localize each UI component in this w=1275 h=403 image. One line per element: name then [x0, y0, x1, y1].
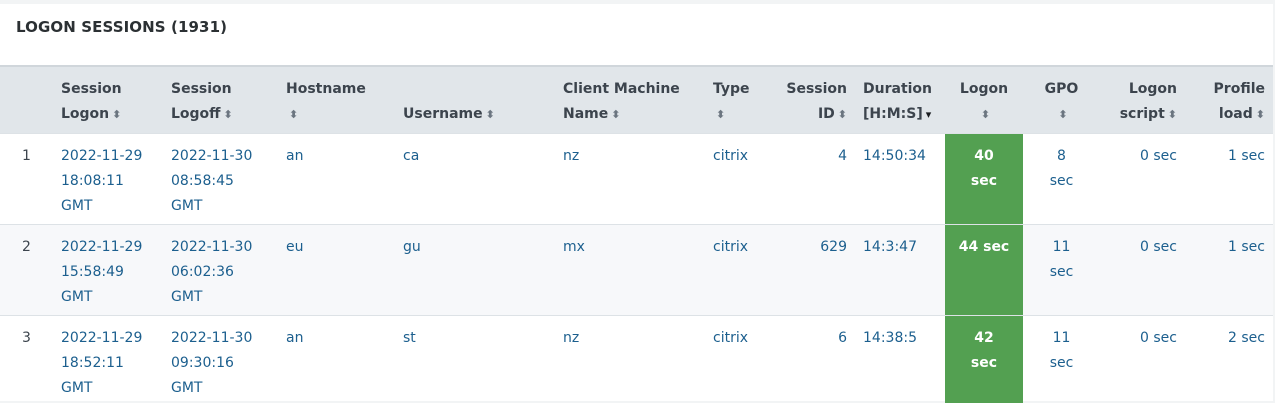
session-logon-cell[interactable]: 2022-11-29 18:08:11 GMT [53, 133, 163, 224]
hostname-cell[interactable]: an [278, 133, 395, 224]
client-machine-cell[interactable]: mx [555, 224, 705, 315]
session-logon-cell[interactable]: 2022-11-29 18:52:11 GMT [53, 315, 163, 403]
gpo-cell[interactable]: 8 sec [1023, 133, 1100, 224]
type-cell[interactable]: citrix [705, 315, 768, 403]
table-header-row: Session Logon ⬍ Session Logoff ⬍ Hostname ⬍… [0, 65, 1273, 133]
logon-script-cell[interactable]: 0 sec [1100, 315, 1185, 403]
session-id-cell[interactable]: 6 [768, 315, 855, 403]
profile-load-cell[interactable]: 1 sec [1185, 224, 1273, 315]
logon-script-cell[interactable]: 0 sec [1100, 133, 1185, 224]
sort-icon[interactable]: ⬍ [1256, 108, 1265, 121]
sort-icon[interactable]: ⬍ [838, 108, 847, 121]
gpo-cell[interactable]: 11 sec [1023, 315, 1100, 403]
profile-load-cell[interactable]: 2 sec [1185, 315, 1273, 403]
username-cell[interactable]: ca [395, 133, 555, 224]
hostname-cell[interactable]: an [278, 315, 395, 403]
session-logoff-cell[interactable]: 2022-11-30 09:30:16 GMT [163, 315, 278, 403]
sort-icon[interactable]: ⬍ [224, 108, 233, 121]
logon-time-cell[interactable]: 42 sec [945, 315, 1023, 403]
type-cell[interactable]: citrix [705, 133, 768, 224]
username-cell[interactable]: gu [395, 224, 555, 315]
client-machine-cell[interactable]: nz [555, 133, 705, 224]
column-header-hostname[interactable]: Hostname ⬍ [278, 65, 395, 133]
column-header-logon[interactable]: Logon ⬍ [945, 65, 1023, 133]
type-cell[interactable]: citrix [705, 224, 768, 315]
sort-icon[interactable]: ⬍ [1058, 108, 1067, 121]
client-machine-cell[interactable]: nz [555, 315, 705, 403]
logon-sessions-table: Session Logon ⬍ Session Logoff ⬍ Hostname ⬍… [0, 65, 1273, 403]
session-id-cell[interactable]: 629 [768, 224, 855, 315]
sort-desc-icon[interactable]: ▾ [926, 108, 932, 121]
table-row: 3 2022-11-29 18:52:11 GMT 2022-11-30 09:30:… [0, 315, 1273, 403]
column-header-profile-load[interactable]: Profile load ⬍ [1185, 65, 1273, 133]
username-cell[interactable]: st [395, 315, 555, 403]
session-logoff-cell[interactable]: 2022-11-30 06:02:36 GMT [163, 224, 278, 315]
sort-icon[interactable]: ⬍ [289, 108, 298, 121]
column-header-type[interactable]: Type ⬍ [705, 65, 768, 133]
hostname-cell[interactable]: eu [278, 224, 395, 315]
gpo-cell[interactable]: 11 sec [1023, 224, 1100, 315]
table-row: 1 2022-11-29 18:08:11 GMT 2022-11-30 08:58:… [0, 133, 1273, 224]
logon-script-cell[interactable]: 0 sec [1100, 224, 1185, 315]
column-header-index [0, 65, 53, 133]
table-row: 2 2022-11-29 15:58:49 GMT 2022-11-30 06:02:… [0, 224, 1273, 315]
session-id-cell[interactable]: 4 [768, 133, 855, 224]
column-header-session-logon[interactable]: Session Logon ⬍ [53, 65, 163, 133]
session-logoff-cell[interactable]: 2022-11-30 08:58:45 GMT [163, 133, 278, 224]
row-index: 2 [22, 238, 31, 255]
profile-load-cell[interactable]: 1 sec [1185, 133, 1273, 224]
logon-time-cell[interactable]: 40 sec [945, 133, 1023, 224]
session-logon-cell[interactable]: 2022-11-29 15:58:49 GMT [53, 224, 163, 315]
logon-sessions-panel: LOGON SESSIONS (1931) Session Logon ⬍ Ses… [0, 4, 1273, 403]
logon-time-cell[interactable]: 44 sec [945, 224, 1023, 315]
column-header-session-id[interactable]: Session ID ⬍ [768, 65, 855, 133]
sort-icon[interactable]: ⬍ [716, 108, 725, 121]
duration-cell[interactable]: 14:38:5 [855, 315, 945, 403]
column-header-gpo[interactable]: GPO ⬍ [1023, 65, 1100, 133]
duration-cell[interactable]: 14:3:47 [855, 224, 945, 315]
column-header-logon-script[interactable]: Logon script ⬍ [1100, 65, 1185, 133]
row-index: 3 [22, 329, 31, 346]
column-header-session-logoff[interactable]: Session Logoff ⬍ [163, 65, 278, 133]
row-index: 1 [22, 147, 31, 164]
column-header-username[interactable]: Username ⬍ [395, 65, 555, 133]
panel-title: LOGON SESSIONS (1931) [16, 18, 228, 36]
sort-icon[interactable]: ⬍ [981, 108, 990, 121]
sort-icon[interactable]: ⬍ [486, 108, 495, 121]
sort-icon[interactable]: ⬍ [112, 108, 121, 121]
sort-icon[interactable]: ⬍ [611, 108, 620, 121]
duration-cell[interactable]: 14:50:34 [855, 133, 945, 224]
sort-icon[interactable]: ⬍ [1168, 108, 1177, 121]
column-header-duration[interactable]: Duration [H:M:S] ▾ [855, 65, 945, 133]
column-header-client-machine-name[interactable]: Client Machine Name ⬍ [555, 65, 705, 133]
